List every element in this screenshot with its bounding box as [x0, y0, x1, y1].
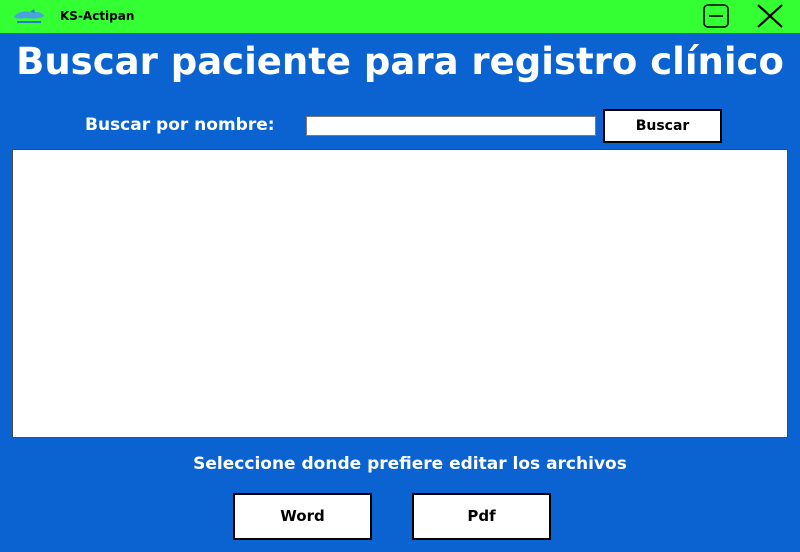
minimize-icon: [703, 4, 729, 28]
app-window: KS-Actipan Buscar paciente para registro…: [0, 0, 800, 552]
page-title: Buscar paciente para registro clínico: [16, 40, 784, 83]
editor-prompt: Seleccione donde prefiere editar los arc…: [193, 454, 627, 474]
close-button[interactable]: [754, 2, 786, 30]
app-logo-icon: [14, 9, 44, 23]
title-bar: KS-Actipan: [0, 0, 800, 33]
search-input[interactable]: [306, 116, 596, 136]
close-icon: [757, 4, 783, 28]
minimize-button[interactable]: [700, 2, 732, 30]
search-button[interactable]: Buscar: [603, 109, 722, 143]
search-label: Buscar por nombre:: [85, 115, 275, 135]
word-button[interactable]: Word: [233, 493, 372, 540]
results-list[interactable]: [12, 149, 788, 438]
pdf-button[interactable]: Pdf: [412, 493, 551, 540]
app-title: KS-Actipan: [60, 9, 135, 23]
